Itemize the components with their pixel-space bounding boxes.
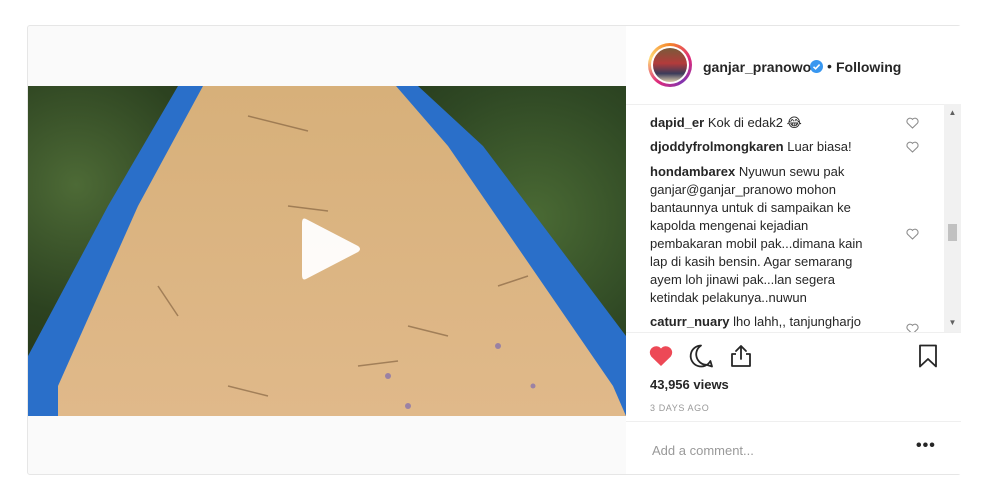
scroll-thumb[interactable] — [948, 224, 957, 241]
add-comment-bar: ••• — [626, 421, 961, 475]
like-comment-heart-icon[interactable] — [906, 117, 919, 129]
post-side-panel: ganjar_pranowo • Following dapid_er Kok … — [626, 26, 961, 474]
comment-text: lap di kasih bensin. Agar semarang — [650, 254, 853, 269]
comment-text: bantaunnya untuk di sampaikan ke — [650, 200, 851, 215]
list-item: caturr_nuary lho lahh,, tanjungharjo — [650, 313, 908, 331]
avatar[interactable] — [648, 43, 692, 87]
view-count[interactable]: 43,956 views — [650, 377, 729, 392]
comment-text: ganjar@ganjar_pranowo mohon — [650, 182, 836, 197]
post-card: ganjar_pranowo • Following dapid_er Kok … — [27, 25, 961, 475]
comment-list: dapid_er Kok di edak2 😂 djoddyfrolmongka… — [626, 104, 944, 333]
following-button[interactable]: Following — [836, 59, 901, 75]
separator-dot: • — [827, 58, 832, 74]
comments-scrollbar[interactable]: ▲ ▼ — [944, 104, 961, 332]
comment-input[interactable] — [650, 438, 894, 462]
comment-text: pembakaran mobil pak...dimana kain — [650, 236, 863, 251]
comment-text: ayem loh jinawi pak...lan segera — [650, 272, 835, 287]
comment-username[interactable]: hondambarex — [650, 164, 735, 179]
scroll-up-icon[interactable]: ▲ — [948, 108, 957, 117]
comment-text: Nyuwun sewu pak — [738, 164, 845, 179]
comment-text: ketindak pelakunya..nuwun — [650, 290, 807, 305]
like-comment-heart-icon[interactable] — [906, 141, 919, 153]
comment-text: lho lahh,, tanjungharjo — [733, 314, 862, 329]
share-icon[interactable] — [728, 343, 754, 369]
list-item: djoddyfrolmongkaren Luar biasa! — [650, 138, 908, 156]
avatar-image — [653, 48, 687, 82]
post-timestamp[interactable]: 3 DAYS AGO — [650, 403, 709, 413]
comment-username[interactable]: djoddyfrolmongkaren — [650, 139, 784, 154]
heart-icon[interactable] — [648, 343, 674, 369]
comment-username[interactable]: caturr_nuary — [650, 314, 729, 329]
more-options-button[interactable]: ••• — [916, 437, 936, 455]
list-item: dapid_er Kok di edak2 😂 — [650, 114, 908, 132]
video-player[interactable] — [28, 86, 626, 416]
scroll-down-icon[interactable]: ▼ — [948, 318, 957, 327]
like-comment-heart-icon[interactable] — [906, 228, 919, 240]
bookmark-icon[interactable] — [915, 343, 941, 369]
comment-text: kapolda mengenai kejadian — [650, 218, 809, 233]
username-link[interactable]: ganjar_pranowo — [703, 59, 811, 75]
list-item: hondambarex Nyuwun sewu pak ganjar@ganja… — [650, 163, 908, 307]
post-header: ganjar_pranowo • Following — [626, 26, 961, 104]
comment-text: Luar biasa! — [787, 139, 852, 154]
verified-icon — [810, 60, 823, 73]
comment-text: Kok di edak2 😂 — [707, 115, 802, 130]
play-icon[interactable] — [300, 215, 362, 283]
comment-username[interactable]: dapid_er — [650, 115, 704, 130]
comment-icon[interactable] — [688, 343, 714, 369]
